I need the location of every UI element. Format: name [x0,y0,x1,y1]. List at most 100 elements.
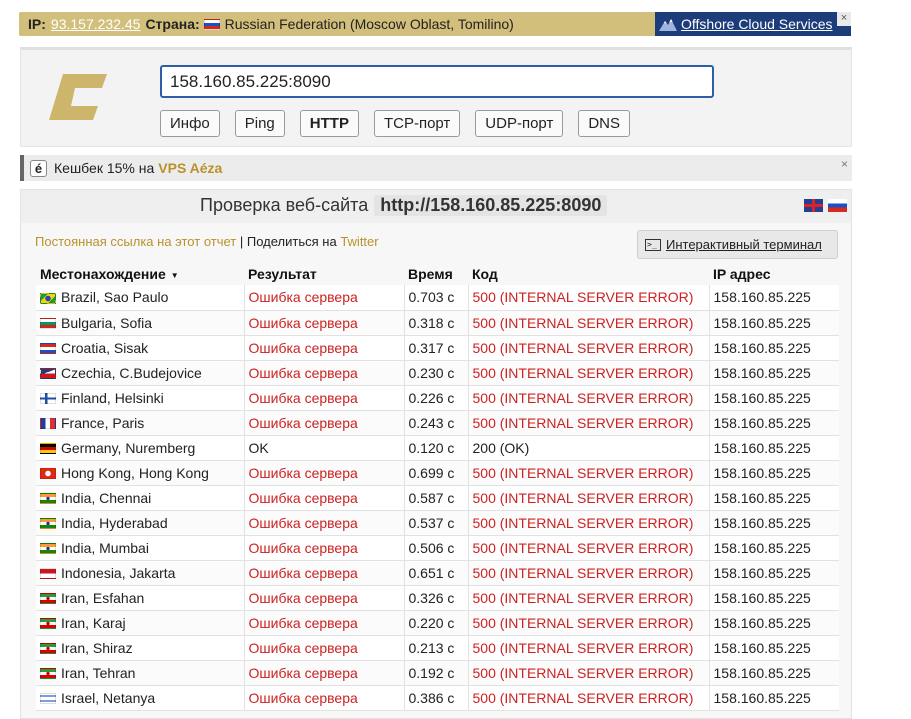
location-text: Bulgaria, Sofia [61,314,153,331]
location-text: Brazil, Sao Paulo [61,289,169,306]
tcp-port-button[interactable]: TCP-порт [373,110,461,137]
result-panel: Проверка веб-сайта http://158.160.85.225… [20,189,852,719]
info-button[interactable]: Инфо [160,110,220,137]
result-cell: Ошибка сервера [243,385,404,411]
code-cell: 500 (INTERNAL SERVER ERROR) [467,585,709,611]
table-row: Croatia, Sisak Ошибка сервера 0.317 с 500 (… [36,335,839,361]
ad-close-icon[interactable]: × [837,12,851,26]
fr-flag-icon [40,418,56,430]
time-cell: 0.243 с [403,410,468,436]
location-text: France, Paris [61,414,145,431]
english-flag-icon[interactable] [804,199,823,212]
time-cell: 0.226 с [403,385,468,411]
table-row: Finland, Helsinki Ошибка сервера 0.226 с 50… [36,385,839,411]
ir-flag-icon [40,643,56,655]
ip-cell: 158.160.85.225 [708,335,839,361]
http-button[interactable]: HTTP [299,110,359,137]
cashback-text: Кешбек 15% на [54,160,155,176]
code-cell: 500 (INTERNAL SERVER ERROR) [467,285,709,311]
ip-cell: 158.160.85.225 [708,360,839,386]
check-type-buttons: Инфо Ping HTTP TCP-порт UDP-порт DNS [160,110,645,137]
russian-flag-icon[interactable] [828,199,847,212]
time-cell: 0.537 с [403,510,468,536]
time-cell: 0.703 с [403,285,468,311]
col-location[interactable]: Местонахождение ▼ [36,263,244,285]
location-cell: Hong Kong, Hong Kong [36,460,244,486]
udp-port-button[interactable]: UDP-порт [475,110,564,137]
time-cell: 0.220 с [403,610,468,636]
time-cell: 0.120 с [403,435,468,461]
de-flag-icon [40,443,56,455]
ip-cell: 158.160.85.225 [708,560,839,586]
result-cell: Ошибка сервера [243,460,404,486]
result-cell: Ошибка сервера [243,635,404,661]
location-cell: Bulgaria, Sofia [36,310,244,336]
table-row: Iran, Karaj Ошибка сервера 0.220 с 500 (INT… [36,610,839,636]
col-time[interactable]: Время [404,263,468,285]
code-cell: 500 (INTERNAL SERVER ERROR) [467,610,709,636]
code-cell: 500 (INTERNAL SERVER ERROR) [467,335,709,361]
ir-flag-icon [40,593,56,605]
ip-cell: 158.160.85.225 [708,410,839,436]
ip-cell: 158.160.85.225 [708,310,839,336]
id-flag-icon [40,568,56,580]
ping-button[interactable]: Ping [234,110,285,137]
location-text: India, Hyderabad [61,514,168,531]
ip-label: IP [28,16,42,32]
location-text: Iran, Tehran [61,664,136,681]
location-text: Iran, Shiraz [61,639,133,656]
location-text: India, Mumbai [61,539,149,556]
offshore-ad[interactable]: Offshore Cloud Services × [655,12,851,36]
time-cell: 0.192 с [403,660,468,686]
search-panel: Инфо Ping HTTP TCP-порт UDP-порт DNS [20,47,852,147]
table-row: Bulgaria, Sofia Ошибка сервера 0.318 с 500 … [36,310,839,336]
table-row: Iran, Shiraz Ошибка сервера 0.213 с 500 (IN… [36,635,839,661]
col-ip[interactable]: IP адрес [709,263,839,285]
ip-link[interactable]: 93.157.232.45 [51,16,141,32]
results-body: Brazil, Sao Paulo Ошибка сервера 0.703 с 50… [36,285,839,711]
twitter-link[interactable]: Twitter [340,234,378,249]
interactive-terminal-button[interactable]: >_ Интерактивный терминал [637,230,838,259]
time-cell: 0.230 с [403,360,468,386]
terminal-icon: >_ [645,238,661,251]
ip-cell: 158.160.85.225 [708,535,839,561]
location-cell: France, Paris [36,410,244,436]
location-text: Iran, Esfahan [61,589,145,606]
location-text: Iran, Karaj [61,614,126,631]
location-cell: India, Hyderabad [36,510,244,536]
table-row: Hong Kong, Hong Kong Ошибка сервера 0.699 … [36,460,839,486]
cashback-close-icon[interactable]: × [841,157,848,171]
result-cell: Ошибка сервера [243,360,404,386]
col-code[interactable]: Код [468,263,709,285]
offshore-ad-link[interactable]: Offshore Cloud Services [681,16,832,32]
ip-cell: 158.160.85.225 [708,285,839,311]
cashback-vps-link[interactable]: VPS Aéza [158,160,222,176]
host-input[interactable] [160,65,714,98]
table-header-row: Местонахождение ▼ Результат Время Код IP … [36,263,839,285]
code-cell: 500 (INTERNAL SERVER ERROR) [467,385,709,411]
aeza-icon: é [30,159,47,177]
cashback-banner[interactable]: é Кешбек 15% на VPS Aéza × [20,155,852,181]
permalink-link[interactable]: Постоянная ссылка на этот отчет [35,234,236,249]
dns-button[interactable]: DNS [578,110,630,137]
table-row: India, Mumbai Ошибка сервера 0.506 с 500 (I… [36,535,839,561]
code-cell: 500 (INTERNAL SERVER ERROR) [467,360,709,386]
time-cell: 0.213 с [403,635,468,661]
time-cell: 0.386 с [403,685,468,711]
time-cell: 0.318 с [403,310,468,336]
site-logo[interactable] [49,68,109,126]
time-cell: 0.587 с [403,485,468,511]
location-cell: Iran, Shiraz [36,635,244,661]
result-cell: Ошибка сервера [243,560,404,586]
code-cell: 500 (INTERNAL SERVER ERROR) [467,510,709,536]
table-row: France, Paris Ошибка сервера 0.243 с 500 (I… [36,410,839,436]
result-cell: Ошибка сервера [243,510,404,536]
in-flag-icon [40,543,56,555]
code-cell: 500 (INTERNAL SERVER ERROR) [467,560,709,586]
location-cell: Finland, Helsinki [36,385,244,411]
col-result[interactable]: Результат [244,263,404,285]
code-cell: 500 (INTERNAL SERVER ERROR) [467,485,709,511]
country-value: Russian Federation (Moscow Oblast, Tomil… [224,16,514,32]
code-cell: 500 (INTERNAL SERVER ERROR) [467,685,709,711]
bg-flag-icon [40,318,56,330]
